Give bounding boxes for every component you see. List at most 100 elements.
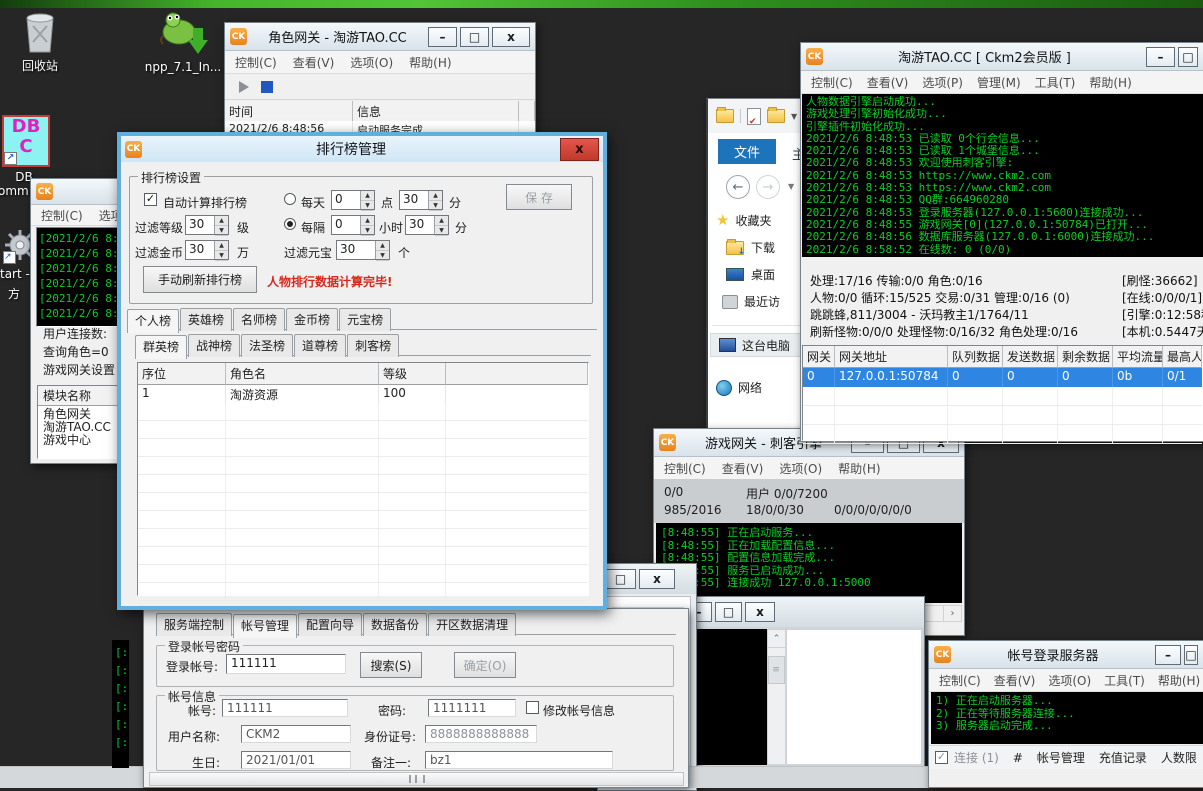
menu-options[interactable]: 选项(O) [1048, 672, 1091, 689]
subtab-warrior[interactable]: 战神榜 [188, 334, 240, 357]
note1-input[interactable]: bz1 [425, 751, 613, 769]
menu-help[interactable]: 帮助(H) [838, 460, 880, 477]
column-header[interactable]: 等级 [379, 363, 446, 385]
main-engine-titlebar[interactable]: CK 淘游TAO.CC [ Ckm2会员版 ] – □ [801, 43, 1203, 71]
menu-manage[interactable]: 管理(M) [977, 74, 1021, 91]
tab-server-control[interactable]: 服务端控制 [156, 613, 232, 636]
daily-radio[interactable] [284, 193, 296, 205]
status-recharge-log[interactable]: 充值记录 [1099, 749, 1147, 766]
column-header[interactable]: 序位 [138, 363, 226, 385]
column-header[interactable]: 剩余数据 [1058, 346, 1113, 368]
menu-options[interactable]: 选项(O) [779, 460, 822, 477]
close-button[interactable]: x [560, 138, 599, 161]
fragment-titlebar[interactable]: □ x [598, 564, 696, 594]
nav-back-button[interactable]: ← [726, 175, 750, 199]
minimize-button[interactable]: – [1155, 645, 1181, 665]
table-row[interactable]: 1 淘游资源 100 [138, 385, 588, 403]
scroll-right-button[interactable]: › [943, 606, 961, 621]
table-row-selected[interactable]: 0 127.0.0.1:50784 0 0 0 0b 0/1 [803, 368, 1202, 387]
maximize-button[interactable]: □ [1184, 645, 1198, 665]
subtab-assassin[interactable]: 刺客榜 [347, 334, 399, 357]
filter-yb-spinner[interactable]: 30 ▲▼ [336, 240, 390, 260]
username-input[interactable]: CKM2 [241, 725, 351, 743]
ok-button[interactable]: 确定(O) [454, 652, 516, 678]
role-gateway-window[interactable]: CK 角色网关 - 淘游TAO.CC – □ x 控制(C) 查看(V) 选项(… [224, 22, 536, 135]
subtab-all[interactable]: 群英榜 [135, 335, 187, 359]
tab-data-backup[interactable]: 数据备份 [363, 613, 427, 636]
tab-zone-clean[interactable]: 开区数据清理 [428, 613, 516, 636]
minimize-button[interactable]: – [428, 27, 457, 47]
sidebar-item-network[interactable]: 网络 [716, 379, 762, 396]
interval-min-spinner[interactable]: 30 ▲▼ [405, 215, 449, 235]
menu-control[interactable]: 控制(C) [939, 672, 981, 689]
desktop-icon-npp[interactable]: npp_7.1_In... [138, 10, 228, 74]
subtab-mage[interactable]: 法圣榜 [241, 334, 293, 357]
background-window-fragment[interactable]: – □ x ⌃ ≡ [678, 596, 925, 770]
spinner-buttons[interactable]: ▲▼ [214, 241, 228, 259]
ranking-dialog-titlebar[interactable]: CK 排行榜管理 x [121, 136, 603, 162]
chevron-down-icon[interactable]: ▼ [791, 112, 797, 121]
auto-calc-checkbox[interactable] [144, 193, 157, 206]
login-server-titlebar[interactable]: CK 帐号登录服务器 – □ [929, 641, 1203, 669]
column-header[interactable]: 最高人数 [1163, 346, 1202, 368]
desktop-icon-recycle-bin[interactable]: 回收站 [4, 12, 76, 74]
tab-master[interactable]: 名师榜 [233, 308, 285, 331]
menu-view[interactable]: 查看(V) [994, 672, 1036, 689]
status-player-limit[interactable]: 人数限 [1161, 749, 1197, 766]
tab-hero[interactable]: 英雄榜 [180, 308, 232, 331]
menu-view[interactable]: 查看(V) [293, 54, 335, 71]
menu-options[interactable]: 选项(P) [922, 74, 963, 91]
maximize-button[interactable]: □ [605, 569, 636, 589]
menu-help[interactable]: 帮助(H) [1089, 74, 1131, 91]
tab-config-wizard[interactable]: 配置向导 [298, 613, 362, 636]
column-header[interactable]: 平均流量 [1113, 346, 1163, 368]
role-gateway-titlebar[interactable]: CK 角色网关 - 淘游TAO.CC – □ x [225, 23, 535, 51]
maximize-button[interactable]: □ [715, 602, 742, 622]
login-server-window[interactable]: CK 帐号登录服务器 – □ 控制(C) 查看(V) 选项(O) 工具(T) 帮… [928, 640, 1203, 788]
spinner-buttons[interactable]: ▲▼ [214, 216, 228, 234]
menu-tools[interactable]: 工具(T) [1035, 74, 1076, 91]
column-header[interactable]: 信息 [353, 101, 519, 123]
modify-account-checkbox[interactable] [526, 701, 539, 714]
minute-spinner[interactable]: 30 ▲▼ [399, 190, 443, 210]
filter-gold-spinner[interactable]: 30 ▲▼ [185, 240, 229, 260]
close-button[interactable]: x [745, 602, 775, 622]
filter-level-spinner[interactable]: 30 ▲▼ [185, 215, 229, 235]
spinner-buttons[interactable]: ▲▼ [360, 191, 374, 209]
nav-forward-button[interactable]: → [756, 175, 780, 199]
menu-control[interactable]: 控制(C) [235, 54, 277, 71]
menu-view[interactable]: 查看(V) [867, 74, 909, 91]
folder-icon[interactable] [716, 109, 734, 123]
menu-control[interactable]: 控制(C) [664, 460, 706, 477]
minimize-button[interactable]: – [1146, 47, 1175, 67]
status-hash[interactable]: # [1013, 751, 1023, 765]
save-button[interactable]: 保 存 [506, 184, 572, 210]
password-input[interactable]: 1111111 [428, 699, 516, 717]
vertical-scrollbar[interactable]: ⌃ ≡ [767, 629, 786, 765]
scrollbar-grip[interactable]: ≡ [768, 656, 785, 684]
spinner-buttons[interactable]: ▲▼ [360, 216, 374, 234]
tab-yuanbao[interactable]: 元宝榜 [339, 308, 391, 331]
folder-icon[interactable] [767, 109, 785, 123]
menu-view[interactable]: 查看(V) [722, 460, 764, 477]
horizontal-scrollbar[interactable] [149, 772, 684, 786]
menu-tools[interactable]: 工具(T) [1104, 672, 1145, 689]
nav-dropdown-icon[interactable]: ▼ [788, 182, 794, 191]
menu-help[interactable]: 帮助(H) [1158, 672, 1200, 689]
birthday-input[interactable]: 2021/01/01 [241, 751, 351, 769]
sidebar-item-desktop[interactable]: 桌面 [726, 266, 775, 283]
subtab-taoist[interactable]: 道尊榜 [294, 334, 346, 357]
column-header[interactable]: 网关地址 [835, 346, 948, 368]
spinner-buttons[interactable]: ▲▼ [428, 191, 442, 209]
account-input[interactable]: 111111 [222, 699, 348, 717]
scroll-up-button[interactable]: ⌃ [768, 630, 785, 648]
menu-control[interactable]: 控制(C) [811, 74, 853, 91]
start-icon[interactable] [239, 81, 249, 93]
id-number-input[interactable]: 8888888888888 [425, 725, 537, 743]
sidebar-item-favorites[interactable]: ★ 收藏夹 [716, 211, 771, 229]
maximize-button[interactable]: □ [1178, 47, 1198, 67]
menu-options[interactable]: 选项(O) [350, 54, 393, 71]
sidebar-item-downloads[interactable]: ↓ 下载 [726, 239, 775, 256]
menu-help[interactable]: 帮助(H) [409, 54, 451, 71]
column-header[interactable]: 发送数据 [1003, 346, 1058, 368]
